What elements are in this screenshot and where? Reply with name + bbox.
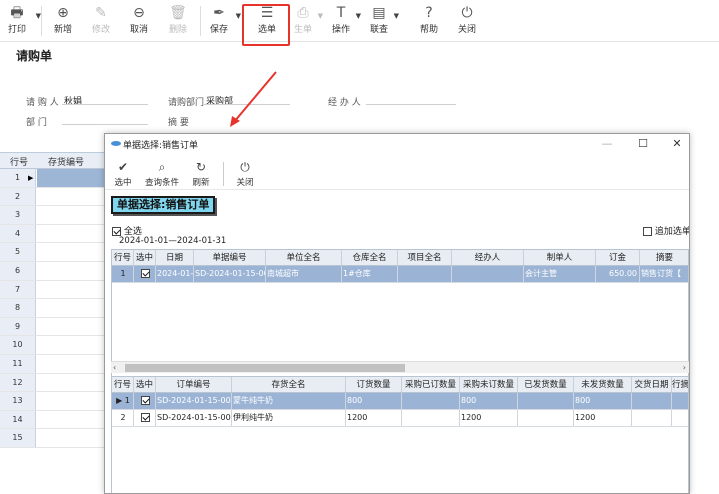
table-row[interactable]: 13: [0, 392, 104, 411]
checkbox-checked-icon[interactable]: [140, 413, 150, 422]
table-header: 行号 选中 订单编号 存货全名 订货数量 采购已订数量 采购未订数量 已发货数量…: [112, 377, 688, 393]
table-row[interactable]: 8: [0, 299, 104, 318]
table-row[interactable]: 1 2024-01- SD-2024-01-15-00 南城超市 1#仓库 会计…: [112, 266, 688, 283]
table-row[interactable]: 10: [0, 336, 104, 355]
search-icon: ⌕: [158, 160, 166, 174]
refresh-button[interactable]: ↻ 刷新: [189, 158, 213, 188]
table-row[interactable]: 3: [0, 206, 104, 225]
toolbar-divider: [223, 162, 224, 186]
table-row[interactable]: 14: [0, 410, 104, 430]
table-row[interactable]: 7: [0, 280, 104, 300]
table-row[interactable]: 1 ▶: [0, 169, 104, 188]
horizontal-scrollbar[interactable]: ‹ ›: [111, 361, 689, 373]
scrollbar-thumb[interactable]: [125, 364, 405, 372]
minimize-icon[interactable]: —: [599, 136, 615, 152]
power-icon: ⏻: [240, 160, 250, 174]
checkbox-checked-icon[interactable]: [112, 227, 121, 236]
table-row[interactable]: 5: [0, 243, 104, 262]
order-detail-table: 行号 选中 订单编号 存货全名 订货数量 采购已订数量 采购未订数量 已发货数量…: [111, 376, 689, 493]
col-item-code: 存货编号: [48, 158, 85, 168]
row-checkbox[interactable]: [134, 410, 156, 426]
document-select-dialog: 单据选择:销售订单 — ☐ ✕ ✔ 选中 ⌕ 查询条件 ↻ 刷新 ⏻ 关闭 单据…: [104, 133, 690, 494]
checkbox-checked-icon[interactable]: [140, 269, 150, 278]
close-icon[interactable]: ✕: [669, 136, 685, 152]
table-row[interactable]: 11: [0, 354, 104, 374]
table-row[interactable]: ▶ 1 SD-2024-01-15-00 蒙牛纯牛奶 800 800 800: [112, 393, 688, 410]
dialog-select-button[interactable]: ✔ 选中: [111, 158, 135, 188]
check-circle-icon: ✔: [117, 160, 129, 174]
table-row[interactable]: 6: [0, 261, 104, 281]
table-row[interactable]: 2: [0, 187, 104, 207]
row-checkbox[interactable]: [134, 266, 156, 282]
row-checkbox[interactable]: [134, 393, 156, 409]
table-header: 行号 选中 日期 单据编号 单位全名 仓库全名 项目全名 经办人 制单人 订金 …: [112, 250, 688, 266]
dialog-title: 单据选择:销售订单: [123, 141, 199, 151]
table-row[interactable]: 4: [0, 224, 104, 244]
refresh-icon: ↻: [195, 160, 207, 174]
maximize-icon[interactable]: ☐: [635, 136, 651, 152]
scroll-right-icon[interactable]: ›: [683, 362, 686, 374]
scroll-left-icon[interactable]: ‹: [113, 362, 116, 374]
table-row[interactable]: 9: [0, 317, 104, 337]
dialog-title-bar[interactable]: 单据选择:销售订单 — ☐ ✕: [105, 134, 689, 154]
checkbox-unchecked-icon[interactable]: [643, 227, 652, 236]
dialog-close-button[interactable]: ⏻ 关闭: [233, 158, 257, 188]
checkbox-checked-icon[interactable]: [140, 396, 150, 405]
detail-grid: 行号 存货编号 1 ▶ 2 3 4 5 6 7 8 9 10 11 12 13 1…: [0, 152, 104, 448]
dialog-heading: 单据选择:销售订单: [111, 196, 216, 214]
grid-header: 行号 存货编号: [0, 153, 104, 169]
table-row[interactable]: 12: [0, 373, 104, 393]
row-pointer-icon: ▶: [116, 396, 125, 405]
append-select-checkbox[interactable]: 追加选单: [643, 224, 689, 237]
date-range-text: 2024-01-01—2024-01-31: [119, 236, 227, 246]
dialog-toolbar: ✔ 选中 ⌕ 查询条件 ↻ 刷新 ⏻ 关闭: [105, 156, 689, 190]
app-logo-icon: [111, 141, 121, 146]
table-row[interactable]: 2 SD-2024-01-15-00 伊利纯牛奶 1200 1200 1200: [112, 410, 688, 427]
query-conditions-button[interactable]: ⌕ 查询条件: [143, 158, 181, 188]
col-row-number: 行号: [10, 158, 29, 168]
row-pointer-icon: ▶: [28, 174, 34, 182]
table-row[interactable]: 15: [0, 429, 104, 448]
